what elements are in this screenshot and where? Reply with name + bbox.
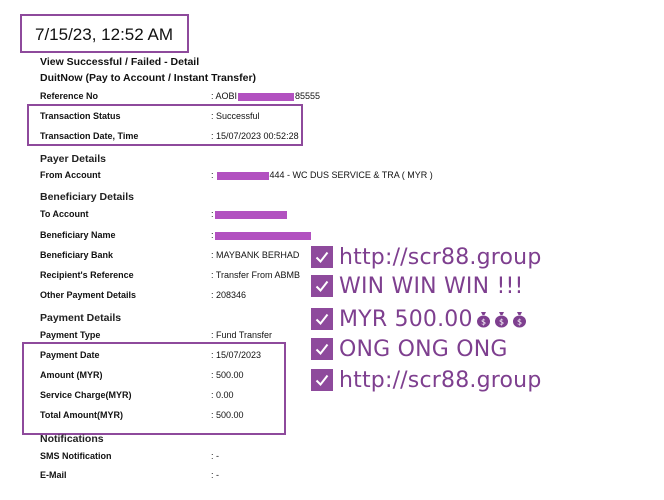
amount-value: : 500.00 [211,370,244,380]
check-icon [311,275,333,297]
service-charge-label: Service Charge(MYR) [40,390,132,400]
sms-label: SMS Notification [40,451,112,461]
from-account-prefix: : [211,170,214,180]
transfer-type: DuitNow (Pay to Account / Instant Transf… [40,72,257,84]
to-account-value: : [211,209,288,219]
total-amount-value: : 500.00 [211,410,244,420]
reference-prefix: : AOBI [211,91,238,101]
payment-type-label: Payment Type [40,330,101,340]
recipient-ref-value: : Transfer From ABMB [211,270,301,280]
promo-text: WIN WIN WIN !!! [339,273,524,299]
recipient-ref-label: Recipient's Reference [40,270,134,280]
payment-date-value: : 15/07/2023 [211,350,262,360]
to-account-prefix: : [211,209,214,219]
amount-label: Amount (MYR) [40,370,103,380]
promo-text: ONG ONG ONG [339,336,508,362]
promo-text: http://scr88.group [339,367,542,393]
promo-line-5: http://scr88.group [311,367,542,393]
reference-value: : AOBI 85555 [211,91,320,101]
page-title: View Successful / Failed - Detail [40,56,200,68]
beneficiary-section-title: Beneficiary Details [40,191,134,203]
beneficiary-name-prefix: : [211,230,214,240]
notifications-section-title: Notifications [40,433,104,445]
from-account-label: From Account [40,170,101,180]
from-account-suffix: 444 - WC DUS SERVICE & TRA ( MYR ) [269,170,433,180]
money-bag-icon: $ [494,311,508,327]
status-label: Transaction Status [40,111,121,121]
svg-text:$: $ [499,317,504,326]
check-icon [311,246,333,268]
status-value: : Successful [211,111,260,121]
promo-line-4: ONG ONG ONG [311,336,508,362]
payment-section-title: Payment Details [40,312,122,324]
redaction-bar [216,171,269,180]
money-bag-icon: $ [512,311,526,327]
reference-suffix: 85555 [295,91,321,101]
promo-text: MYR 500.00 [339,306,473,332]
txn-date-label: Transaction Date, Time [40,131,139,141]
svg-text:$: $ [517,317,522,326]
email-label: E-Mail [40,470,67,480]
from-account-value: : 444 - WC DUS SERVICE & TRA ( MYR ) [211,170,433,180]
sms-value: : - [211,451,219,461]
to-account-label: To Account [40,209,89,219]
service-charge-value: : 0.00 [211,390,234,400]
promo-line-3: MYR 500.00 $ $ $ [311,306,527,332]
check-icon [311,338,333,360]
redaction-bar [214,210,287,219]
beneficiary-bank-value: : MAYBANK BERHAD [211,250,300,260]
promo-line-1: http://scr88.group [311,244,542,270]
other-payment-label: Other Payment Details [40,290,137,300]
other-payment-value: : 208346 [211,290,247,300]
txn-date-value: : 15/07/2023 00:52:28 [211,131,299,141]
total-amount-label: Total Amount(MYR) [40,410,123,420]
promo-line-2: WIN WIN WIN !!! [311,273,524,299]
beneficiary-name-label: Beneficiary Name [40,230,116,240]
money-bag-icon: $ [476,311,490,327]
redaction-bar [238,92,295,101]
redaction-bar [214,231,311,240]
beneficiary-bank-label: Beneficiary Bank [40,250,114,260]
promo-text: http://scr88.group [339,244,542,270]
payer-section-title: Payer Details [40,153,106,165]
reference-label: Reference No [40,91,99,101]
beneficiary-name-value: : [211,230,312,240]
email-value: : - [211,470,219,480]
timestamp: 7/15/23, 12:52 AM [35,25,173,44]
payment-type-value: : Fund Transfer [211,330,273,340]
payment-date-label: Payment Date [40,350,100,360]
svg-text:$: $ [481,317,486,326]
check-icon [311,308,333,330]
check-icon [311,369,333,391]
